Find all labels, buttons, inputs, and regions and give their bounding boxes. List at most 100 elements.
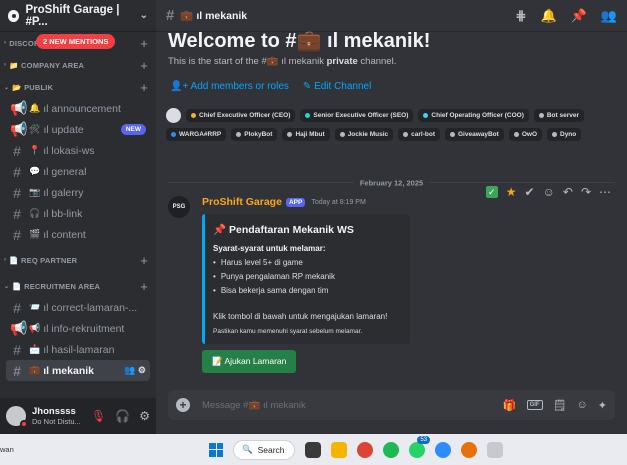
check-reaction-icon[interactable]: ✓ — [485, 186, 498, 198]
member-list-icon[interactable]: 👥 — [601, 8, 617, 24]
role-name: Jockie Music — [347, 131, 389, 138]
channel-correct-lamaran[interactable]: # 📨 ıl correct-lamaran-... — [6, 297, 150, 318]
windows-start-icon[interactable] — [209, 442, 223, 457]
message-timestamp: Today at 8:19 PM — [311, 198, 366, 206]
bot-avatar[interactable]: PSG — [168, 196, 190, 218]
channel-mekanik[interactable]: # 💼 ıl mekanik 👥 ⚙ — [6, 360, 150, 381]
taskbar-search[interactable]: 🔍 Search — [233, 439, 295, 460]
message-composer: + Message #💼 ıl mekanik 🎁 GIF 🗒 ☺ ✦ — [168, 390, 615, 420]
role-pill[interactable]: Bot server — [533, 109, 585, 122]
emoji-icon[interactable]: ☺ — [577, 399, 588, 411]
date-divider-label: February 12, 2025 — [353, 178, 430, 188]
channel-emoji: 💬 — [29, 166, 41, 176]
channel-galerry[interactable]: # 📷 ıl galerry — [6, 182, 150, 203]
file-explorer-icon[interactable] — [331, 441, 347, 458]
role-pill[interactable]: WARGA#RRP — [166, 128, 227, 141]
channel-emoji: 📢 — [29, 323, 41, 333]
role-name: WARGA#RRP — [179, 131, 222, 138]
add-attachment-icon[interactable]: + — [176, 398, 190, 412]
headphones-icon[interactable]: 🎧 — [115, 409, 130, 423]
role-pill[interactable]: Senior Executive Officer (SEO) — [300, 109, 414, 122]
list-item: Bisa bekerja sama dengan tim — [213, 284, 402, 298]
channel-hasil-lamaran[interactable]: # 📩 ıl hasil-lamaran — [6, 339, 150, 360]
role-color-dot — [339, 132, 345, 137]
channel-title: ıl mekanik — [196, 9, 248, 22]
mic-muted-icon[interactable]: 🎙 — [91, 409, 106, 423]
app-badge: APP — [285, 197, 306, 207]
task-view-icon[interactable] — [305, 441, 321, 458]
role-pill[interactable]: carl-bot — [398, 128, 440, 141]
gif-icon[interactable]: GIF — [526, 400, 543, 410]
threads-icon[interactable]: ⋕ — [516, 8, 527, 24]
role-color-dot — [552, 132, 557, 137]
role-pill[interactable]: GiveawayBot — [445, 128, 504, 141]
category-req-partner[interactable]: › 📄 REQ PARTNER + — [0, 249, 156, 271]
new-mentions-pill[interactable]: 2 NEW MENTIONS — [36, 34, 116, 49]
category-label: REQ PARTNER — [21, 255, 78, 265]
add-channel-icon[interactable]: + — [140, 279, 148, 294]
role-name: Chief Executive Officer (CEO) — [199, 112, 291, 119]
zoom-icon[interactable] — [435, 441, 451, 458]
message-input[interactable]: Message #💼 ıl mekanik — [202, 400, 306, 411]
weather-widget[interactable]: wan — [0, 445, 24, 454]
snipping-tool-icon[interactable] — [487, 441, 503, 458]
welcome-sub-prefix: This is the start of the #💼 ıl mekanik — [168, 56, 327, 67]
gift-icon[interactable]: 🎁 — [503, 399, 517, 412]
bell-icon[interactable]: 🔔 — [540, 8, 556, 24]
role-pill[interactable]: Chief Executive Officer (CEO) — [186, 109, 296, 122]
channel-lokasi-ws[interactable]: # 📍 ıl lokasi-ws — [6, 140, 150, 161]
category-arrow-icon: › — [4, 257, 7, 263]
category-emoji: 📁 — [9, 60, 19, 70]
role-pill[interactable]: Chief Operating Officer (COO) — [418, 109, 529, 122]
role-pill[interactable]: OwO — [508, 128, 542, 141]
message-actions: ✓ ★ ✔ ☺ ↶ ↷ ⋯ — [485, 185, 611, 199]
channel-bb-link[interactable]: # 🎧 ıl bb-link — [6, 203, 150, 224]
edit-channel-link[interactable]: ✎ Edit Channel — [303, 81, 371, 92]
role-name: Bot server — [546, 112, 580, 119]
role-pill[interactable]: Haji Mbut — [282, 128, 330, 141]
reply-icon[interactable]: ↶ — [563, 185, 573, 199]
username: Jhonssss — [32, 406, 76, 417]
channel-announcement[interactable]: 📢 🔔 ıl announcement — [6, 98, 150, 119]
chevron-down-icon[interactable]: ⌄ — [140, 10, 148, 21]
role-pill[interactable]: Dyno — [547, 128, 582, 141]
gear-icon[interactable]: ⚙ — [139, 409, 150, 423]
add-reaction-icon[interactable]: ☺ — [543, 185, 555, 199]
discord-window: ProShift Garage | #P... ⌄ 2 NEW MENTIONS… — [0, 0, 627, 434]
add-channel-icon[interactable]: + — [140, 58, 148, 73]
role-pill[interactable]: PlokyBot — [231, 128, 278, 141]
apply-button[interactable]: 📝 Ajukan Lamaran — [202, 350, 297, 373]
channel-update[interactable]: 📢 🛠 ıl update NEW — [6, 119, 150, 140]
category-publik[interactable]: ⌄ 📂 PUBLIK + — [0, 76, 156, 98]
sticker-icon[interactable]: 🗒 — [553, 399, 567, 412]
add-members-link[interactable]: 👤+ Add members or roles — [170, 81, 289, 92]
star-reaction-icon[interactable]: ★ — [506, 185, 517, 199]
channel-content[interactable]: # 🎬 ıl content — [6, 224, 150, 245]
more-icon[interactable]: ⋯ — [599, 185, 611, 199]
invite-settings-icon[interactable]: 👥 ⚙ — [124, 365, 146, 376]
apps-icon[interactable]: ✦ — [598, 399, 607, 412]
forward-icon[interactable]: ↷ — [581, 185, 591, 199]
message-embed: 📌 Pendaftaran Mekanik WS Syarat-syarat u… — [202, 214, 410, 344]
role-color-dot — [538, 113, 544, 118]
channel-general[interactable]: # 💬 ıl general — [6, 161, 150, 182]
pin-icon[interactable]: 📌 — [571, 8, 587, 24]
add-channel-icon[interactable]: + — [140, 80, 148, 95]
category-recruitmen-area[interactable]: ⌄ 📄 RECRUITMEN AREA + — [0, 275, 156, 297]
channel-info-rekruitment[interactable]: 📢 📢 ıl info-rekruitment — [6, 318, 150, 339]
role-pill[interactable]: Jockie Music — [334, 128, 394, 141]
category-company-area[interactable]: › 📁 COMPANY AREA + — [0, 54, 156, 76]
message-author[interactable]: ProShift Garage — [202, 196, 282, 208]
channel-emoji: 🎬 — [29, 229, 41, 239]
add-channel-icon[interactable]: + — [140, 253, 148, 268]
avatar[interactable] — [6, 406, 28, 428]
add-channel-icon[interactable]: + — [140, 36, 148, 51]
spotify-icon[interactable] — [383, 441, 399, 458]
whatsapp-icon[interactable]: 53 — [409, 435, 430, 458]
chrome-icon[interactable] — [357, 441, 373, 458]
role-name: PlokyBot — [244, 131, 273, 138]
chrome-profile-icon[interactable] — [461, 441, 477, 458]
embed-instruction: Klik tombol di bawah untuk mengajukan la… — [213, 312, 388, 321]
check-icon[interactable]: ✔ — [525, 185, 535, 199]
server-header[interactable]: ProShift Garage | #P... ⌄ — [0, 0, 156, 32]
